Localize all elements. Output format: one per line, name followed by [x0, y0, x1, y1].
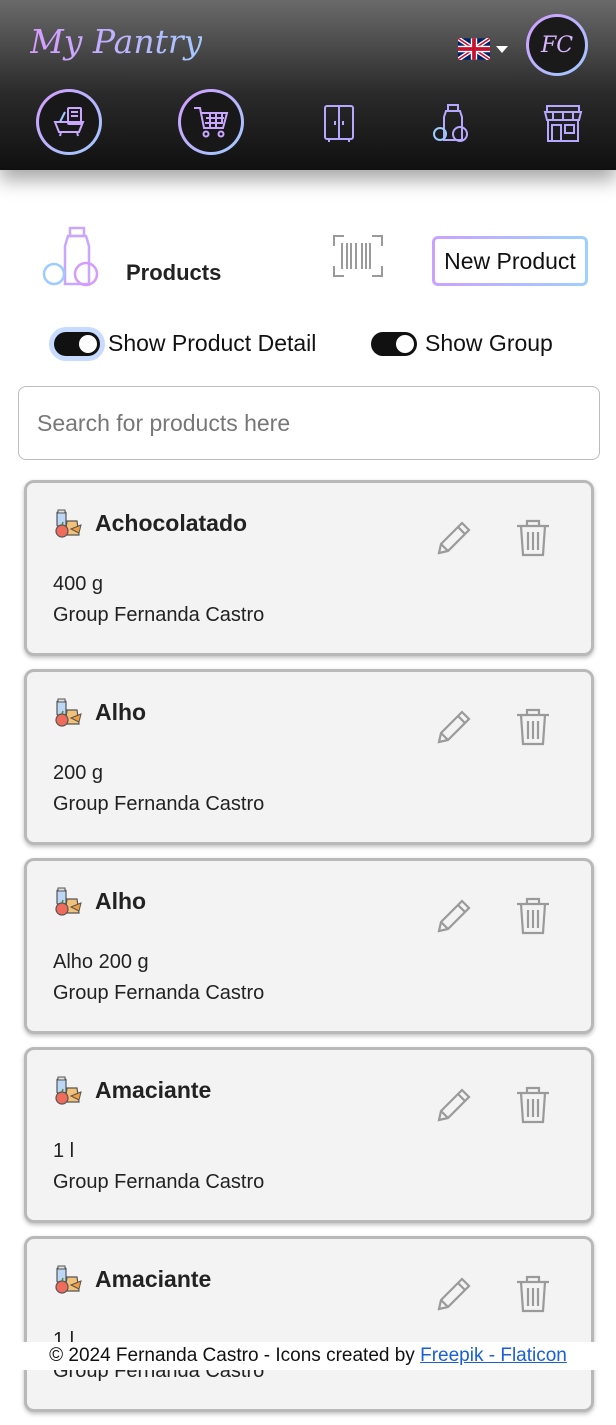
product-detail: 1 l — [53, 1140, 75, 1162]
cart-icon — [194, 107, 229, 138]
search-input[interactable] — [18, 386, 600, 460]
nav-pantry[interactable] — [36, 89, 102, 155]
product-detail: 400 g — [53, 573, 104, 595]
product-group: Group Fernanda Castro — [53, 1171, 265, 1193]
edit-icon[interactable] — [431, 895, 475, 939]
grocery-icon — [55, 698, 82, 727]
detail-switch[interactable] — [54, 331, 100, 356]
products-toolbar: Products New Product — [0, 220, 616, 300]
nav-store[interactable] — [540, 100, 586, 146]
store-icon — [543, 105, 583, 142]
pantry-icon — [53, 107, 85, 137]
product-detail: Alho 200 g — [53, 951, 149, 973]
toggle-label: Show Group — [425, 330, 553, 356]
edit-icon[interactable] — [431, 1273, 475, 1317]
grocery-icon — [55, 509, 82, 538]
edit-icon[interactable] — [431, 1084, 475, 1128]
avatar-initials: FC — [529, 17, 585, 73]
toggle-show-product-detail[interactable]: Show Product Detail — [54, 330, 316, 357]
trash-icon[interactable] — [513, 1273, 553, 1317]
trash-icon[interactable] — [513, 517, 553, 561]
edit-icon[interactable] — [431, 706, 475, 750]
group-switch[interactable] — [371, 331, 417, 356]
product-detail: 200 g — [53, 762, 104, 784]
product-name: Amaciante — [95, 1266, 212, 1292]
product-card[interactable]: Amaciante 1 l Group Fernanda Castro — [24, 1236, 594, 1412]
page-title: Products — [126, 260, 222, 285]
trash-icon[interactable] — [513, 706, 553, 750]
product-group: Group Fernanda Castro — [53, 793, 265, 815]
product-group: Group Fernanda Castro — [53, 982, 265, 1004]
product-card[interactable]: Amaciante 1 l Group Fernanda Castro — [24, 1047, 594, 1223]
brand-logo[interactable]: My Pantry — [30, 22, 202, 61]
product-card[interactable]: Alho Alho 200 g Group Fernanda Castro — [24, 858, 594, 1034]
product-name: Achocolatado — [95, 510, 248, 536]
nav-cupboard[interactable] — [316, 100, 362, 146]
grocery-icon — [55, 887, 82, 916]
trash-icon[interactable] — [513, 895, 553, 939]
cupboard-icon — [324, 105, 354, 142]
toggle-label: Show Product Detail — [108, 330, 317, 356]
product-name: Alho — [95, 888, 147, 914]
edit-icon[interactable] — [431, 517, 475, 561]
app-header: My Pantry FC — [0, 0, 616, 170]
products-icon — [433, 104, 468, 142]
new-product-button[interactable]: New Product — [432, 236, 588, 286]
language-selector[interactable] — [458, 38, 508, 60]
nav-products[interactable] — [428, 100, 474, 146]
products-icon — [42, 226, 99, 287]
footer: © 2024 Fernanda Castro - Icons created b… — [0, 1342, 616, 1370]
footer-credit-link[interactable]: Freepik - Flaticon — [420, 1345, 567, 1366]
product-name: Alho — [95, 699, 147, 725]
uk-flag-icon — [458, 38, 490, 60]
product-list: Achocolatado 400 g Group Fernanda Castro… — [24, 480, 594, 1425]
footer-text: © 2024 Fernanda Castro - Icons created b… — [49, 1345, 421, 1366]
grocery-icon — [55, 1076, 82, 1105]
product-card[interactable]: Achocolatado 400 g Group Fernanda Castro — [24, 480, 594, 656]
product-name: Amaciante — [95, 1077, 212, 1103]
toggle-show-group[interactable]: Show Group — [371, 330, 553, 357]
product-card[interactable]: Alho 200 g Group Fernanda Castro — [24, 669, 594, 845]
product-group: Group Fernanda Castro — [53, 604, 265, 626]
user-avatar[interactable]: FC — [526, 14, 588, 76]
trash-icon[interactable] — [513, 1084, 553, 1128]
barcode-scan-icon[interactable] — [332, 234, 384, 278]
nav-shopping-cart[interactable] — [178, 89, 244, 155]
grocery-icon — [55, 1265, 82, 1294]
view-toggles: Show Product Detail Show Group — [0, 324, 616, 360]
chevron-down-icon — [496, 45, 508, 53]
